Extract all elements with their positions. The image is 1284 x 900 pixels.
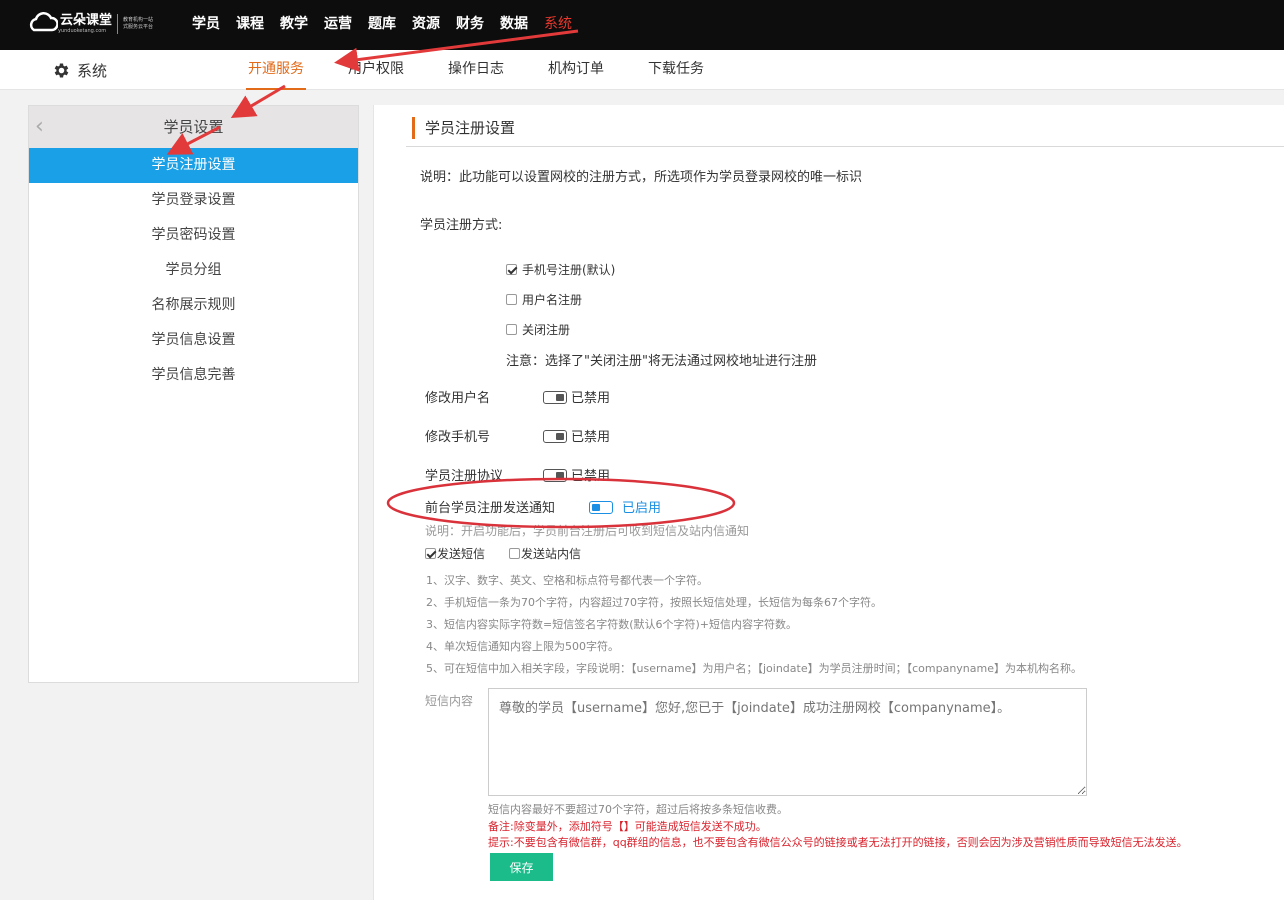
toggle-edit-phone[interactable]: 已禁用 xyxy=(543,426,610,445)
page-title: 学员注册设置 xyxy=(412,117,515,139)
nav-item-operations[interactable]: 运营 xyxy=(324,0,352,50)
toggle-switch-agreement[interactable] xyxy=(543,469,567,482)
sidebar-item-password[interactable]: 学员密码设置 xyxy=(29,218,358,253)
tab-operation-log[interactable]: 操作日志 xyxy=(446,50,506,90)
sub-tabs: 开通服务 用户权限 操作日志 机构订单 下载任务 xyxy=(246,50,746,90)
tab-user-permissions[interactable]: 用户权限 xyxy=(346,50,406,90)
settings-sidebar: ‹ 学员设置 学员注册设置 学员登录设置 学员密码设置 学员分组 名称展示规则 … xyxy=(28,105,359,683)
tab-download-tasks[interactable]: 下载任务 xyxy=(646,50,706,90)
sidebar-item-login[interactable]: 学员登录设置 xyxy=(29,183,358,218)
section-title-label: 系统 xyxy=(77,62,108,80)
sidebar-header-title: 学员设置 xyxy=(163,118,224,136)
sidebar-item-name-display[interactable]: 名称展示规则 xyxy=(29,288,358,323)
notify-description: 说明：开启功能后，学员前台注册后可收到短信及站内信通知 xyxy=(425,524,750,538)
page-description: 说明：此功能可以设置网校的注册方式，所选项作为学员登录网校的唯一标识 xyxy=(420,170,863,185)
slogan-line1: 教育机构一站 xyxy=(123,17,154,23)
rule-item: 5、可在短信中加入相关字段，字段说明：【username】为用户名；【joind… xyxy=(426,662,1083,675)
sms-content-label: 短信内容 xyxy=(425,694,474,708)
toggle-status: 已禁用 xyxy=(571,430,611,445)
option-close[interactable]: 关闭注册 xyxy=(506,321,570,338)
slogan-line2: 式服务云平台 xyxy=(123,24,154,30)
nav-item-students[interactable]: 学员 xyxy=(192,0,220,50)
tab-org-orders[interactable]: 机构订单 xyxy=(546,50,606,90)
top-navbar: 云朵课堂 yunduoketang.com 教育机构一站 式服务云平台 学员 课… xyxy=(0,0,1284,50)
option-phone[interactable]: 手机号注册(默认) xyxy=(506,261,615,278)
sidebar-item-info-settings[interactable]: 学员信息设置 xyxy=(29,323,358,358)
toggle-label-edit-username: 修改用户名 xyxy=(425,391,491,406)
brand-logo[interactable]: 云朵课堂 yunduoketang.com 教育机构一站 式服务云平台 xyxy=(28,10,153,38)
toggle-label-agreement: 学员注册协议 xyxy=(425,469,504,484)
option-username-label: 用户名注册 xyxy=(522,293,583,307)
toggle-edit-username[interactable]: 已禁用 xyxy=(543,387,610,406)
sub-navbar: 系统 开通服务 用户权限 操作日志 机构订单 下载任务 xyxy=(0,50,1284,90)
sidebar-item-registration[interactable]: 学员注册设置 xyxy=(29,148,358,183)
gear-icon xyxy=(54,63,69,78)
toggle-label-notify: 前台学员注册发送通知 xyxy=(425,501,556,516)
tab-open-services[interactable]: 开通服务 xyxy=(246,50,306,90)
toggle-switch-edit-phone[interactable] xyxy=(543,430,567,443)
sms-remark: 备注:除变量外，添加符号【】可能造成短信发送不成功。 xyxy=(488,820,767,833)
checkbox-site-msg[interactable] xyxy=(509,548,520,559)
toggle-status: 已禁用 xyxy=(571,391,611,406)
save-button[interactable]: 保存 xyxy=(490,853,553,881)
option-phone-label: 手机号注册(默认) xyxy=(522,263,616,277)
toggle-agreement[interactable]: 已禁用 xyxy=(543,465,610,484)
section-title: 系统 xyxy=(52,60,107,81)
toggle-label-edit-phone: 修改手机号 xyxy=(425,430,491,445)
option-close-label: 关闭注册 xyxy=(522,323,571,337)
channel-site-msg[interactable]: 发送站内信 xyxy=(509,545,581,562)
chevron-left-icon[interactable]: ‹ xyxy=(35,106,44,148)
rule-item: 2、手机短信一条为70个字符，内容超过70字符，按照长短信处理，长短信为每条67… xyxy=(426,596,882,609)
brand-name: 云朵课堂 xyxy=(60,13,113,28)
nav-item-resources[interactable]: 资源 xyxy=(412,0,440,50)
title-divider xyxy=(406,146,1284,147)
toggle-notify[interactable]: 已启用 xyxy=(589,497,661,516)
nav-item-system[interactable]: 系统 xyxy=(544,0,572,50)
sms-warning: 提示:不要包含有微信群，qq群组的信息，也不要包含有微信公众号的链接或者无法打开… xyxy=(488,836,1188,849)
channel-site-msg-label: 发送站内信 xyxy=(521,547,582,561)
option-username[interactable]: 用户名注册 xyxy=(506,291,582,308)
rule-item: 1、汉字、数字、英文、空格和标点符号都代表一个字符。 xyxy=(426,574,708,587)
brand-domain: yunduoketang.com xyxy=(58,28,107,34)
channel-sms[interactable]: 发送短信 xyxy=(425,545,485,562)
rule-item: 4、单次短信通知内容上限为500字符。 xyxy=(426,640,619,653)
main-nav: 学员 课程 教学 运营 题库 资源 财务 数据 系统 xyxy=(192,0,588,50)
sidebar-item-groups[interactable]: 学员分组 xyxy=(29,253,358,288)
toggle-status-enabled: 已启用 xyxy=(622,501,662,516)
checkbox-sms[interactable] xyxy=(425,548,436,559)
checkbox-close[interactable] xyxy=(506,324,517,335)
nav-item-finance[interactable]: 财务 xyxy=(456,0,484,50)
reg-method-label: 学员注册方式: xyxy=(420,218,503,233)
toggle-switch-notify[interactable] xyxy=(589,501,613,514)
main-panel: 学员注册设置 说明：此功能可以设置网校的注册方式，所选项作为学员登录网校的唯一标… xyxy=(373,105,1284,900)
reg-note: 注意：选择了"关闭注册"将无法通过网校地址进行注册 xyxy=(506,354,817,369)
nav-item-data[interactable]: 数据 xyxy=(500,0,528,50)
toggle-switch-edit-username[interactable] xyxy=(543,391,567,404)
sidebar-header: ‹ 学员设置 xyxy=(29,106,358,148)
sms-content-textarea[interactable] xyxy=(488,688,1087,796)
checkbox-phone[interactable] xyxy=(506,264,517,275)
cloud-logo-icon xyxy=(28,10,59,38)
nav-item-courses[interactable]: 课程 xyxy=(236,0,264,50)
sms-tip: 短信内容最好不要超过70个字符，超过后将按多条短信收费。 xyxy=(488,803,788,816)
channel-sms-label: 发送短信 xyxy=(437,547,486,561)
rule-item: 3、短信内容实际字符数=短信签名字符数(默认6个字符)+短信内容字符数。 xyxy=(426,618,798,631)
toggle-status: 已禁用 xyxy=(571,469,611,484)
logo-divider xyxy=(117,14,119,34)
sidebar-item-info-completion[interactable]: 学员信息完善 xyxy=(29,358,358,393)
nav-item-teaching[interactable]: 教学 xyxy=(280,0,308,50)
nav-item-question-bank[interactable]: 题库 xyxy=(368,0,396,50)
checkbox-username[interactable] xyxy=(506,294,517,305)
